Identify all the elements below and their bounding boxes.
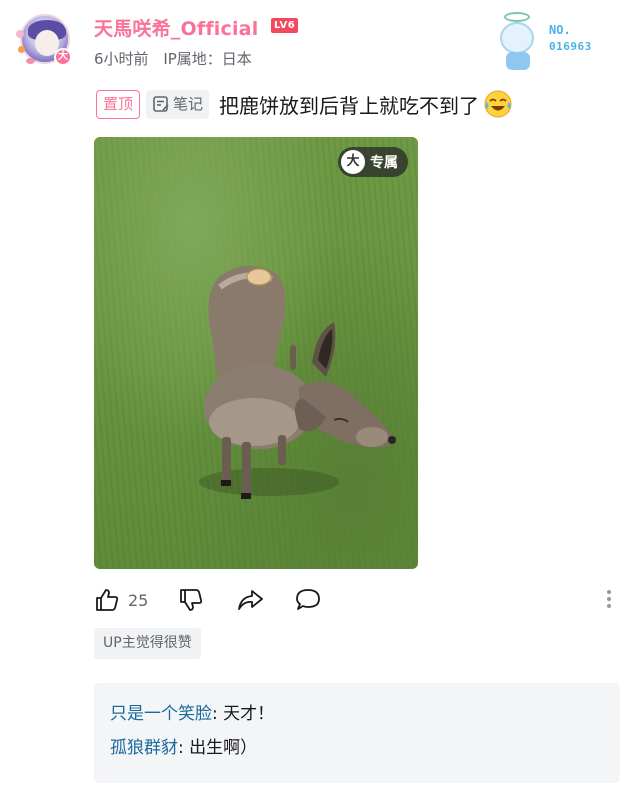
post-image[interactable]: 大 专属	[94, 137, 418, 569]
fan-badge-no-label: NO.	[549, 23, 571, 37]
share-button[interactable]	[236, 585, 264, 615]
comment-user[interactable]: 只是一个笑脸	[110, 704, 212, 724]
share-icon	[238, 590, 263, 610]
vip-badge: 大	[54, 48, 72, 66]
comment-item[interactable]: 只是一个笑脸: 天才！	[110, 697, 604, 731]
like-button[interactable]: 25	[94, 585, 148, 615]
like-count: 25	[128, 590, 149, 610]
more-icon[interactable]	[604, 587, 614, 613]
comment-icon	[296, 589, 320, 610]
post-title: 把鹿饼放到后背上就吃不到了	[219, 93, 480, 118]
post-meta: 6小时前 IP属地：日本	[94, 48, 262, 69]
note-label: 笔记	[173, 94, 204, 113]
fan-badge-character-icon	[494, 12, 540, 70]
comment-item[interactable]: 孤狼群豺: 出生啊）	[110, 731, 604, 765]
post-time: 6小时前	[94, 50, 149, 68]
user-avatar[interactable]: 大	[16, 12, 74, 68]
note-tag[interactable]: 笔记	[146, 89, 210, 119]
comment-preview[interactable]: 只是一个笑脸: 天才！ 孤狼群豺: 出生啊）	[94, 683, 620, 783]
note-icon	[153, 96, 169, 112]
crying-laugh-emoji-icon	[484, 90, 512, 118]
post-title-row: 置顶 笔记 把鹿饼放到后背上就吃不到了	[96, 88, 513, 120]
exclusive-tag[interactable]: 大 专属	[338, 147, 408, 177]
level-badge: LV6	[271, 18, 299, 33]
ip-location: IP属地：日本	[163, 50, 252, 68]
dislike-button[interactable]	[178, 585, 204, 615]
fan-badge[interactable]: NO. 016963	[484, 8, 614, 72]
action-bar: 25	[94, 585, 624, 615]
exclusive-tag-icon: 大	[341, 150, 365, 174]
comment-text: : 天才！	[212, 704, 275, 724]
thumbs-down-icon	[180, 589, 203, 611]
fan-badge-number: 016963	[549, 40, 592, 53]
thumbs-up-icon	[96, 589, 119, 611]
exclusive-tag-label: 专属	[370, 155, 398, 171]
deer-photo-illustration	[199, 265, 396, 499]
comment-text: : 出生啊）	[178, 738, 258, 758]
username[interactable]: 天馬咲希_Official	[94, 14, 258, 41]
pinned-tag: 置顶	[96, 89, 141, 119]
up-liked-badge: UP主觉得很赞	[94, 628, 201, 659]
comment-user[interactable]: 孤狼群豺	[110, 738, 178, 758]
comment-button[interactable]	[294, 585, 322, 615]
